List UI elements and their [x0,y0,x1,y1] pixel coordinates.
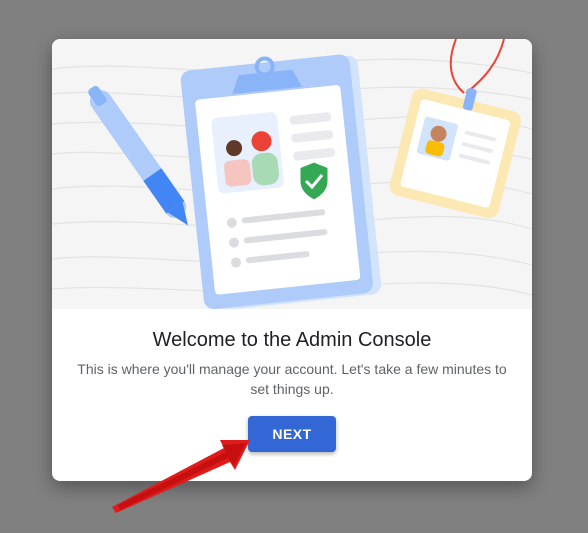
dialog-subtitle: This is where you'll manage your account… [77,361,507,397]
welcome-illustration [52,39,532,309]
next-button[interactable]: NEXT [248,416,336,452]
clipboard-icon [180,54,373,309]
shield-check-icon [297,159,331,203]
id-badge-icon [389,88,521,219]
illustration-svg [52,39,532,309]
welcome-dialog: Welcome to the Admin Console This is whe… [52,39,532,481]
dialog-title: Welcome to the Admin Console [152,329,432,351]
